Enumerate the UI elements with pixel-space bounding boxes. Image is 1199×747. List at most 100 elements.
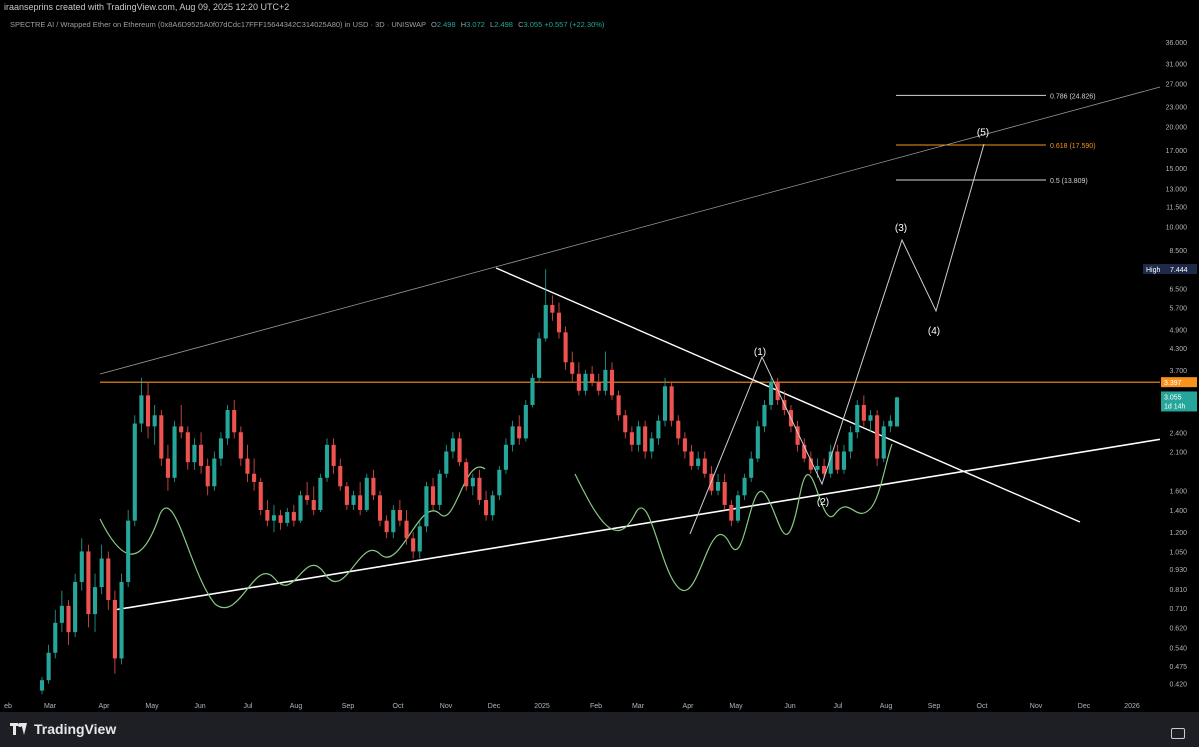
fib-level-label: 0.786 (24.826) — [1050, 93, 1096, 100]
price-chart[interactable]: 0.786 (24.826) 0.618 (17.590) 0.5 (13.809)… — [0, 14, 1199, 712]
price-tick-label: 0.420 — [1169, 682, 1187, 689]
candle-body — [212, 458, 217, 487]
time-tick-label: May — [729, 703, 743, 710]
oscillator-layer — [99, 443, 893, 608]
candle-body — [616, 395, 621, 416]
candle-body — [563, 332, 568, 363]
candle-body — [199, 444, 204, 466]
candle-body — [344, 486, 349, 505]
countdown-value: 1d 14h — [1164, 403, 1186, 410]
candle-body — [331, 444, 336, 466]
candle-body — [99, 558, 104, 588]
price-tick-label: 0.475 — [1169, 664, 1187, 671]
candle-body — [490, 495, 495, 516]
price-tick-label: 4.300 — [1169, 346, 1187, 353]
candle-body — [258, 481, 263, 510]
resistance-tag: 3.397 — [1164, 380, 1182, 387]
candle-body — [530, 377, 535, 405]
candle-body — [702, 458, 707, 474]
candle-body — [112, 599, 117, 659]
candle-body — [855, 404, 860, 433]
candle-body — [92, 587, 98, 615]
candle-body — [371, 477, 376, 496]
footer-bar: TradingView — [0, 712, 1199, 747]
candle-body — [364, 477, 369, 510]
tradingview-logo-icon — [10, 723, 28, 735]
candle-body — [291, 512, 296, 521]
time-tick-label: Feb — [590, 703, 602, 710]
candle-body — [682, 438, 687, 452]
price-tick-label: 10.000 — [1166, 224, 1188, 231]
candle-body — [484, 500, 489, 516]
candle-body — [66, 605, 71, 633]
price-tick-label: 31.000 — [1166, 61, 1188, 68]
candle-body — [450, 438, 455, 452]
price-tick-label: 1.200 — [1169, 530, 1187, 537]
candle-body — [265, 509, 270, 521]
wave-label: (4) — [928, 326, 940, 337]
tradingview-brand[interactable]: TradingView — [10, 721, 116, 737]
camera-icon[interactable] — [1171, 728, 1185, 739]
candle-body — [424, 486, 429, 527]
price-tick-label: 36.000 — [1166, 40, 1188, 47]
candle-body — [636, 426, 641, 445]
price-tick-label: 1.600 — [1169, 489, 1187, 496]
price-tick-label: 0.930 — [1169, 567, 1187, 574]
time-tick-label: 2026 — [1124, 703, 1140, 710]
trend-lines — [99, 86, 1163, 611]
fib-level-label: 0.5 (13.809) — [1050, 178, 1088, 185]
price-tick-label: 17.000 — [1166, 148, 1188, 155]
price-tick-label: 13.000 — [1166, 187, 1188, 194]
price-tick-label: 2.100 — [1169, 450, 1187, 457]
time-tick-label: Apr — [99, 703, 111, 710]
candle-body — [126, 520, 131, 582]
candle-body — [623, 415, 628, 433]
candle-body — [662, 386, 668, 421]
candle-body — [523, 404, 528, 439]
candle-body — [517, 426, 522, 439]
candle-body — [457, 438, 462, 463]
candle-body — [477, 477, 482, 501]
price-tick-label: 0.810 — [1169, 587, 1187, 594]
time-tick-label: Jun — [784, 703, 795, 710]
candle-body — [218, 438, 224, 459]
candle-body — [656, 420, 661, 439]
time-tick-label: Dec — [1078, 703, 1091, 710]
candle-body — [609, 369, 615, 396]
candle-body — [715, 481, 721, 491]
time-tick-label: May — [145, 703, 159, 710]
candle-body — [73, 581, 78, 633]
candle-body — [556, 312, 562, 333]
time-tick-label: Apr — [683, 703, 695, 710]
candle-body — [537, 338, 542, 378]
candle-body — [86, 551, 91, 615]
price-tick-label: 0.710 — [1169, 606, 1187, 613]
candle-body — [430, 486, 436, 505]
candle-body — [397, 509, 402, 521]
fib-level-label: 0.618 (17.590) — [1050, 143, 1096, 150]
candle-body — [305, 495, 310, 501]
elliott-wave-layer: (1) (2) (3) (4) (5) — [689, 127, 989, 535]
price-tick-label: 11.500 — [1166, 204, 1187, 211]
time-tick-label: Mar — [44, 703, 57, 710]
candle-body — [722, 481, 727, 505]
candle-body — [603, 369, 608, 391]
candle-body — [417, 526, 422, 552]
candle-body — [384, 520, 389, 533]
candle-body — [411, 538, 416, 552]
time-tick-label: Sep — [928, 703, 941, 710]
candle-body — [271, 515, 277, 521]
candle-body — [470, 477, 475, 487]
candle-body — [848, 432, 853, 452]
time-tick-label: Nov — [440, 703, 453, 710]
wave-label: (3) — [895, 223, 907, 234]
candle-body — [769, 382, 774, 405]
candle-body — [510, 426, 515, 445]
candle-body — [643, 426, 648, 452]
candle-body — [729, 504, 734, 521]
candle-body — [185, 432, 190, 463]
candle-body — [735, 495, 740, 521]
time-tick-label: Oct — [977, 703, 988, 710]
candle-body — [669, 386, 674, 421]
candle-body — [676, 420, 681, 439]
